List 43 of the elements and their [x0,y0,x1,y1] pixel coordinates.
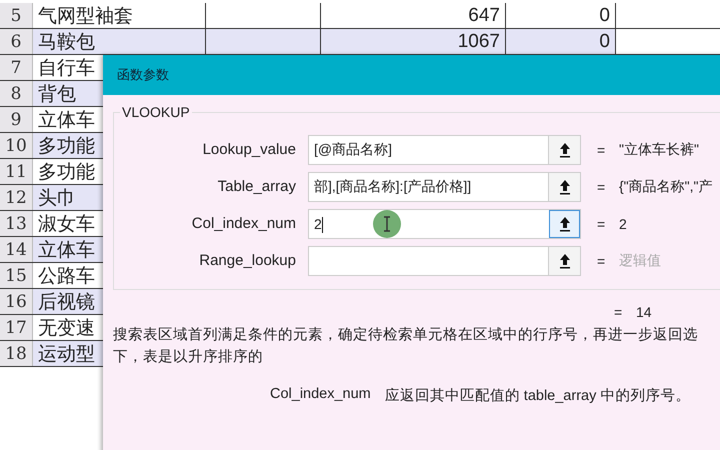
row-number: 5 [0,3,33,28]
collapse-button[interactable] [548,136,580,164]
equals-sign: = [614,304,624,320]
row-number: 15 [0,263,33,288]
argument-result: 2 [619,216,627,232]
row-number: 11 [0,159,33,184]
row-number: 8 [0,81,33,106]
row-number: 14 [0,237,33,262]
equals-sign: = [597,216,606,232]
row-number: 16 [0,289,33,314]
row-number: 10 [0,133,33,158]
upload-arrow-icon [558,178,570,194]
upload-arrow-icon [558,216,570,232]
table-cell: 马鞍包 [33,29,206,54]
row-number: 7 [0,55,33,80]
upload-arrow-icon [558,142,570,158]
argument-label: Table_array [216,178,297,195]
collapse-button[interactable] [548,246,580,274]
collapse-button[interactable] [548,172,580,200]
equals-sign: = [597,252,606,268]
argument-name: Col_index_num [270,386,371,404]
collapse-button[interactable] [549,210,580,238]
argument-help: 应返回其中匹配值的 table_array 中的列序号。 [384,386,690,405]
argument-result: 逻辑值 [619,252,661,270]
argument-result: "立体车长裤" [619,140,699,158]
formula-result: 14 [636,304,652,320]
argument-result: {"商品名称","产 [619,178,712,196]
equals-sign: = [597,178,606,194]
input-field[interactable]: 2 [308,208,581,238]
table-cell: 1067 [321,29,506,54]
row-number: 9 [0,107,33,132]
function-name: VLOOKUP [120,104,192,120]
row-number: 12 [0,185,33,210]
equals-sign: = [597,142,606,158]
row-number: 13 [0,211,33,236]
input-field[interactable]: 部],[商品名称]:[产品价格]] [308,172,581,202]
row-number: 17 [0,315,33,340]
input-field[interactable]: [@商品名称] [308,134,581,164]
table-cell: 0 [506,29,616,54]
row-number: 18 [0,341,33,366]
input-field[interactable] [308,246,581,276]
row-number: 6 [0,29,33,54]
upload-arrow-icon [558,252,570,268]
